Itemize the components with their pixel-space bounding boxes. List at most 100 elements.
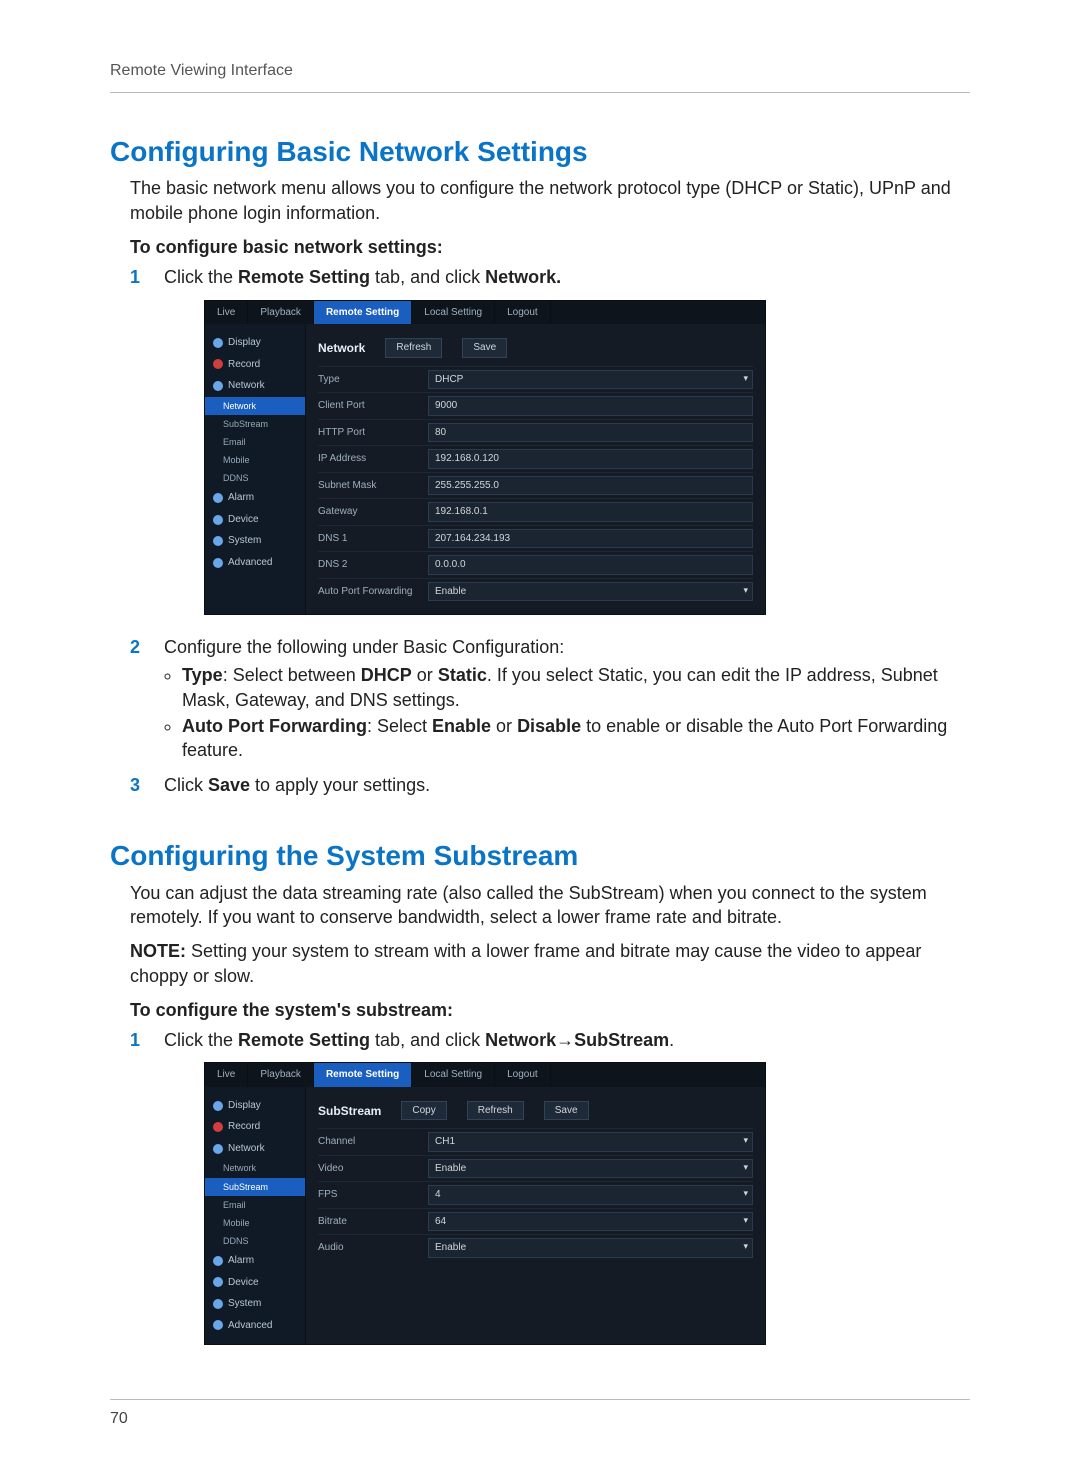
- sidebar-item[interactable]: Network: [205, 1138, 305, 1160]
- ui-tab[interactable]: Logout: [495, 301, 551, 325]
- text-field[interactable]: 207.164.234.193: [428, 529, 753, 549]
- text-field[interactable]: 80: [428, 423, 753, 443]
- sidebar-icon: [213, 558, 223, 568]
- field-label: DNS 2: [318, 558, 428, 572]
- sidebar-item[interactable]: Alarm: [205, 1250, 305, 1272]
- form-row: Subnet Mask255.255.255.0: [318, 472, 753, 499]
- form-row: VideoEnable: [318, 1155, 753, 1182]
- sidebar-icon: [213, 1299, 223, 1309]
- select-field[interactable]: Enable: [428, 582, 753, 602]
- sidebar-item[interactable]: Network: [205, 375, 305, 397]
- refresh-button[interactable]: Refresh: [467, 1101, 524, 1121]
- sidebar-icon: [213, 338, 223, 348]
- sidebar-item[interactable]: System: [205, 530, 305, 552]
- ui-tab[interactable]: Live: [205, 1063, 248, 1087]
- step-number: 2: [130, 635, 148, 766]
- select-field[interactable]: Enable: [428, 1238, 753, 1258]
- select-field[interactable]: Enable: [428, 1159, 753, 1179]
- sidebar-item[interactable]: Advanced: [205, 1315, 305, 1337]
- field-label: Auto Port Forwarding: [318, 585, 428, 599]
- text-field[interactable]: 0.0.0.0: [428, 555, 753, 575]
- form-row: DNS 1207.164.234.193: [318, 525, 753, 552]
- sidebar-icon: [213, 1256, 223, 1266]
- ui-tab[interactable]: Local Setting: [412, 1063, 495, 1087]
- screenshot-substream-panel: LivePlaybackRemote SettingLocal SettingL…: [204, 1062, 766, 1345]
- form-row: AudioEnable: [318, 1234, 753, 1261]
- sidebar-icon: [213, 359, 223, 369]
- sidebar-icon: [213, 515, 223, 525]
- panel-title: Network: [318, 340, 365, 356]
- sidebar-item[interactable]: Display: [205, 1095, 305, 1117]
- sidebar-subitem[interactable]: DDNS: [205, 1232, 305, 1250]
- form-row: DNS 20.0.0.0: [318, 551, 753, 578]
- field-label: Type: [318, 373, 428, 387]
- field-label: Channel: [318, 1135, 428, 1149]
- running-header: Remote Viewing Interface: [110, 60, 970, 93]
- note: NOTE: Setting your system to stream with…: [130, 939, 970, 988]
- field-label: Gateway: [318, 505, 428, 519]
- sidebar-item[interactable]: Record: [205, 1116, 305, 1138]
- sidebar-subitem[interactable]: Network: [205, 397, 305, 415]
- text-field[interactable]: 255.255.255.0: [428, 476, 753, 496]
- bullet-item: Auto Port Forwarding: Select Enable or D…: [182, 714, 970, 763]
- sidebar-subitem[interactable]: Mobile: [205, 1214, 305, 1232]
- text-field[interactable]: 192.168.0.1: [428, 502, 753, 522]
- sidebar-subitem[interactable]: Mobile: [205, 451, 305, 469]
- ui-tab[interactable]: Remote Setting: [314, 1063, 412, 1087]
- sidebar-item[interactable]: System: [205, 1293, 305, 1315]
- field-label: Video: [318, 1162, 428, 1176]
- sidebar-subitem[interactable]: Email: [205, 433, 305, 451]
- text-field[interactable]: 192.168.0.120: [428, 449, 753, 469]
- sidebar-item[interactable]: Record: [205, 354, 305, 376]
- sidebar-item[interactable]: Display: [205, 332, 305, 354]
- save-button[interactable]: Save: [462, 338, 507, 358]
- refresh-button[interactable]: Refresh: [385, 338, 442, 358]
- sidebar-subitem[interactable]: Email: [205, 1196, 305, 1214]
- field-label: Client Port: [318, 399, 428, 413]
- section-intro: The basic network menu allows you to con…: [130, 176, 970, 225]
- sidebar-icon: [213, 1320, 223, 1330]
- select-field[interactable]: 4: [428, 1185, 753, 1205]
- ui-tab[interactable]: Logout: [495, 1063, 551, 1087]
- step-number: 3: [130, 773, 148, 797]
- sidebar-icon: [213, 1277, 223, 1287]
- copy-button[interactable]: Copy: [401, 1101, 446, 1121]
- sidebar-icon: [213, 536, 223, 546]
- select-field[interactable]: CH1: [428, 1132, 753, 1152]
- sidebar-subitem[interactable]: SubStream: [205, 1178, 305, 1196]
- form-row: TypeDHCP: [318, 366, 753, 393]
- sidebar-subitem[interactable]: DDNS: [205, 469, 305, 487]
- step-body: Click Save to apply your settings.: [164, 773, 970, 797]
- procedure-heading: To configure the system's substream:: [130, 998, 970, 1022]
- form-row: ChannelCH1: [318, 1128, 753, 1155]
- sidebar-subitem[interactable]: Network: [205, 1159, 305, 1177]
- field-label: IP Address: [318, 452, 428, 466]
- select-field[interactable]: 64: [428, 1212, 753, 1232]
- text-field[interactable]: 9000: [428, 396, 753, 416]
- sidebar-item[interactable]: Device: [205, 1272, 305, 1294]
- sidebar-item[interactable]: Device: [205, 509, 305, 531]
- ui-tab[interactable]: Live: [205, 301, 248, 325]
- screenshot-network-panel: LivePlaybackRemote SettingLocal SettingL…: [204, 300, 766, 616]
- ui-tab[interactable]: Playback: [248, 301, 314, 325]
- sidebar-icon: [213, 493, 223, 503]
- sidebar-item[interactable]: Advanced: [205, 552, 305, 574]
- ui-tab[interactable]: Remote Setting: [314, 301, 412, 325]
- ui-tab[interactable]: Playback: [248, 1063, 314, 1087]
- sidebar-item[interactable]: Alarm: [205, 487, 305, 509]
- field-label: Audio: [318, 1241, 428, 1255]
- sidebar-subitem[interactable]: SubStream: [205, 415, 305, 433]
- form-row: Auto Port ForwardingEnable: [318, 578, 753, 605]
- sidebar-icon: [213, 1101, 223, 1111]
- sidebar-icon: [213, 1122, 223, 1132]
- field-label: Subnet Mask: [318, 479, 428, 493]
- form-row: Gateway192.168.0.1: [318, 498, 753, 525]
- field-label: HTTP Port: [318, 426, 428, 440]
- ui-tab[interactable]: Local Setting: [412, 301, 495, 325]
- step-number: 1: [130, 1028, 148, 1359]
- step-number: 1: [130, 265, 148, 629]
- select-field[interactable]: DHCP: [428, 370, 753, 390]
- form-row: FPS4: [318, 1181, 753, 1208]
- field-label: DNS 1: [318, 532, 428, 546]
- save-button[interactable]: Save: [544, 1101, 589, 1121]
